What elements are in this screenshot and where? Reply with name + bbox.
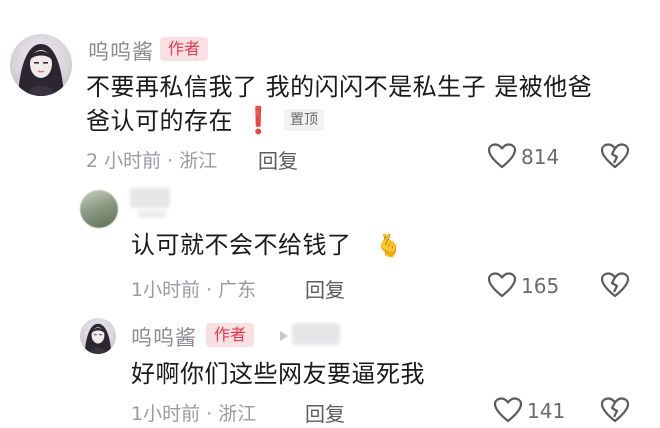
pinned-badge: 置顶 (284, 109, 324, 131)
comment-time-location: 1小时前 · 广东 (131, 279, 257, 301)
avatar-portrait-icon (18, 44, 64, 96)
username[interactable]: 呜呜酱 (131, 322, 197, 352)
broken-heart-icon[interactable] (601, 397, 629, 423)
comment-text: 不要再私信我了 我的闪闪不是私生子 是被他爸 (86, 73, 593, 101)
username[interactable]: 呜呜酱 (88, 36, 154, 66)
avatar[interactable] (80, 190, 118, 228)
like-count: 814 (521, 145, 560, 169)
heart-outline-icon[interactable] (488, 272, 516, 298)
author-badge: 作者 (160, 37, 209, 61)
comment-text: 好啊你们这些网友要逼死我 (131, 360, 425, 388)
finger-heart-icon: 🫰 (375, 234, 403, 259)
broken-heart-icon[interactable] (601, 272, 629, 298)
comment-text: 认可就不会不给钱了 (131, 231, 352, 259)
username-redacted (130, 188, 170, 208)
avatar[interactable] (80, 318, 116, 354)
reply-target-redacted (292, 323, 340, 345)
reply-button[interactable]: 回复 (305, 274, 345, 303)
avatar-portrait-icon (84, 323, 112, 354)
comment-text-line2: 爸认可的存在 (86, 107, 233, 135)
heart-outline-icon[interactable] (488, 143, 516, 169)
like-count: 165 (521, 274, 560, 298)
comment-time-location: 1小时前 · 浙江 (131, 403, 257, 425)
reply-button[interactable]: 回复 (258, 145, 298, 174)
heart-outline-icon[interactable] (494, 397, 522, 423)
author-badge: 作者 (206, 323, 255, 347)
username-redacted (138, 210, 166, 218)
broken-heart-icon[interactable] (601, 143, 629, 169)
avatar[interactable] (10, 34, 72, 96)
reply-button[interactable]: 回复 (305, 398, 345, 427)
exclamation-mark-icon: ❗ (242, 106, 275, 136)
triangle-right-icon (280, 331, 288, 341)
like-count: 141 (527, 399, 566, 423)
comment-time-location: 2 小时前 · 浙江 (86, 150, 218, 172)
